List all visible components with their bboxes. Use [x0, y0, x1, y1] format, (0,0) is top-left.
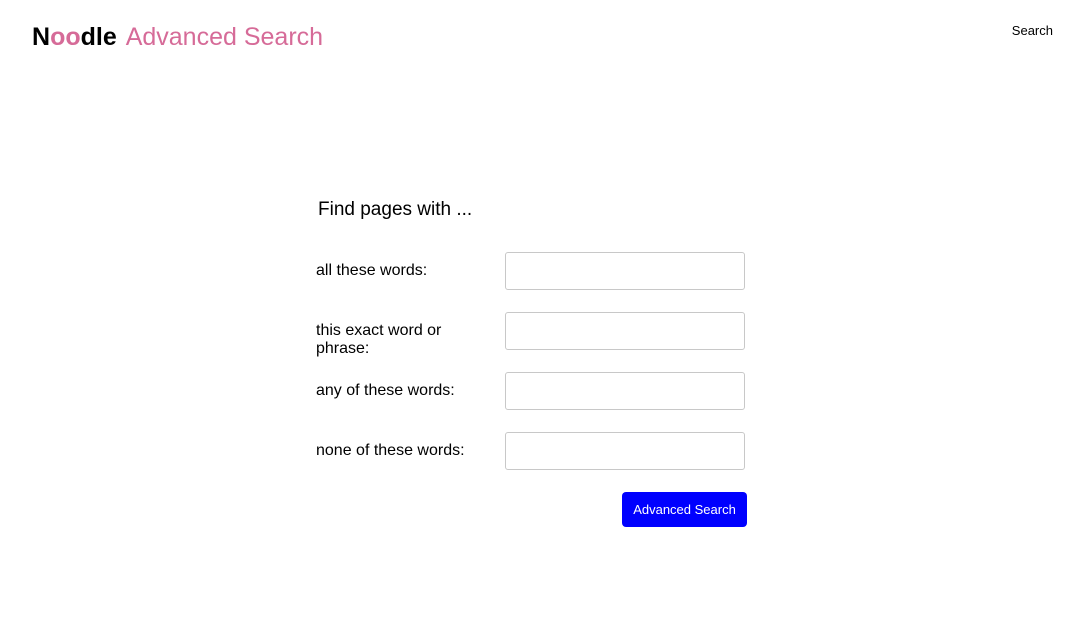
brand-name: Noodle — [32, 23, 117, 51]
any-words-input[interactable] — [505, 372, 745, 410]
field-row-any-words: any of these words: — [316, 372, 748, 412]
brand-letter-o-2: o — [65, 23, 81, 51]
exact-phrase-label: this exact word or phrase: — [316, 322, 442, 357]
advanced-search-page: Noodle Advanced Search Search Find pages… — [0, 0, 1068, 628]
search-link[interactable]: Search — [1012, 22, 1053, 40]
advanced-search-form: Find pages with ... all these words: thi… — [316, 196, 748, 527]
advanced-search-button[interactable]: Advanced Search — [622, 492, 747, 527]
brand-letter-o-1: o — [50, 23, 66, 51]
any-words-label: any of these words: — [316, 382, 455, 399]
logo: Noodle Advanced Search — [32, 22, 323, 52]
all-words-label: all these words: — [316, 262, 428, 279]
all-words-input[interactable] — [505, 252, 745, 290]
field-row-all-words: all these words: — [316, 252, 748, 292]
form-heading: Find pages with ... — [318, 199, 473, 220]
none-words-label: none of these words: — [316, 442, 465, 459]
field-row-exact-phrase: this exact word or phrase: — [316, 312, 748, 357]
none-words-input[interactable] — [505, 432, 745, 470]
brand-letters-dle: dle — [80, 23, 117, 51]
field-row-none-words: none of these words: — [316, 432, 748, 472]
page-subtitle: Advanced Search — [125, 23, 324, 51]
brand-letter-n: N — [32, 23, 51, 51]
exact-phrase-input[interactable] — [505, 312, 745, 350]
